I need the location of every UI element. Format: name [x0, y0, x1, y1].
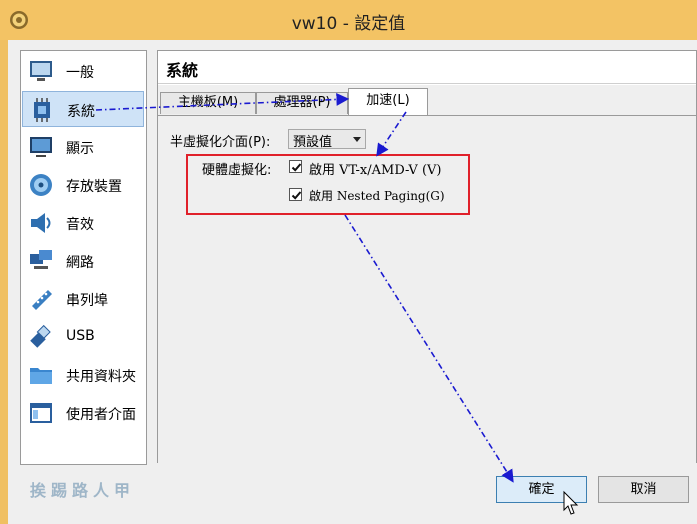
mouse-cursor-icon [563, 490, 579, 515]
arrow-to-hwvirt-box [376, 111, 407, 157]
annotation-arrows [95, 93, 579, 515]
arrow-to-ok-button [344, 214, 514, 483]
arrow-to-acceleration-tab [95, 93, 350, 111]
